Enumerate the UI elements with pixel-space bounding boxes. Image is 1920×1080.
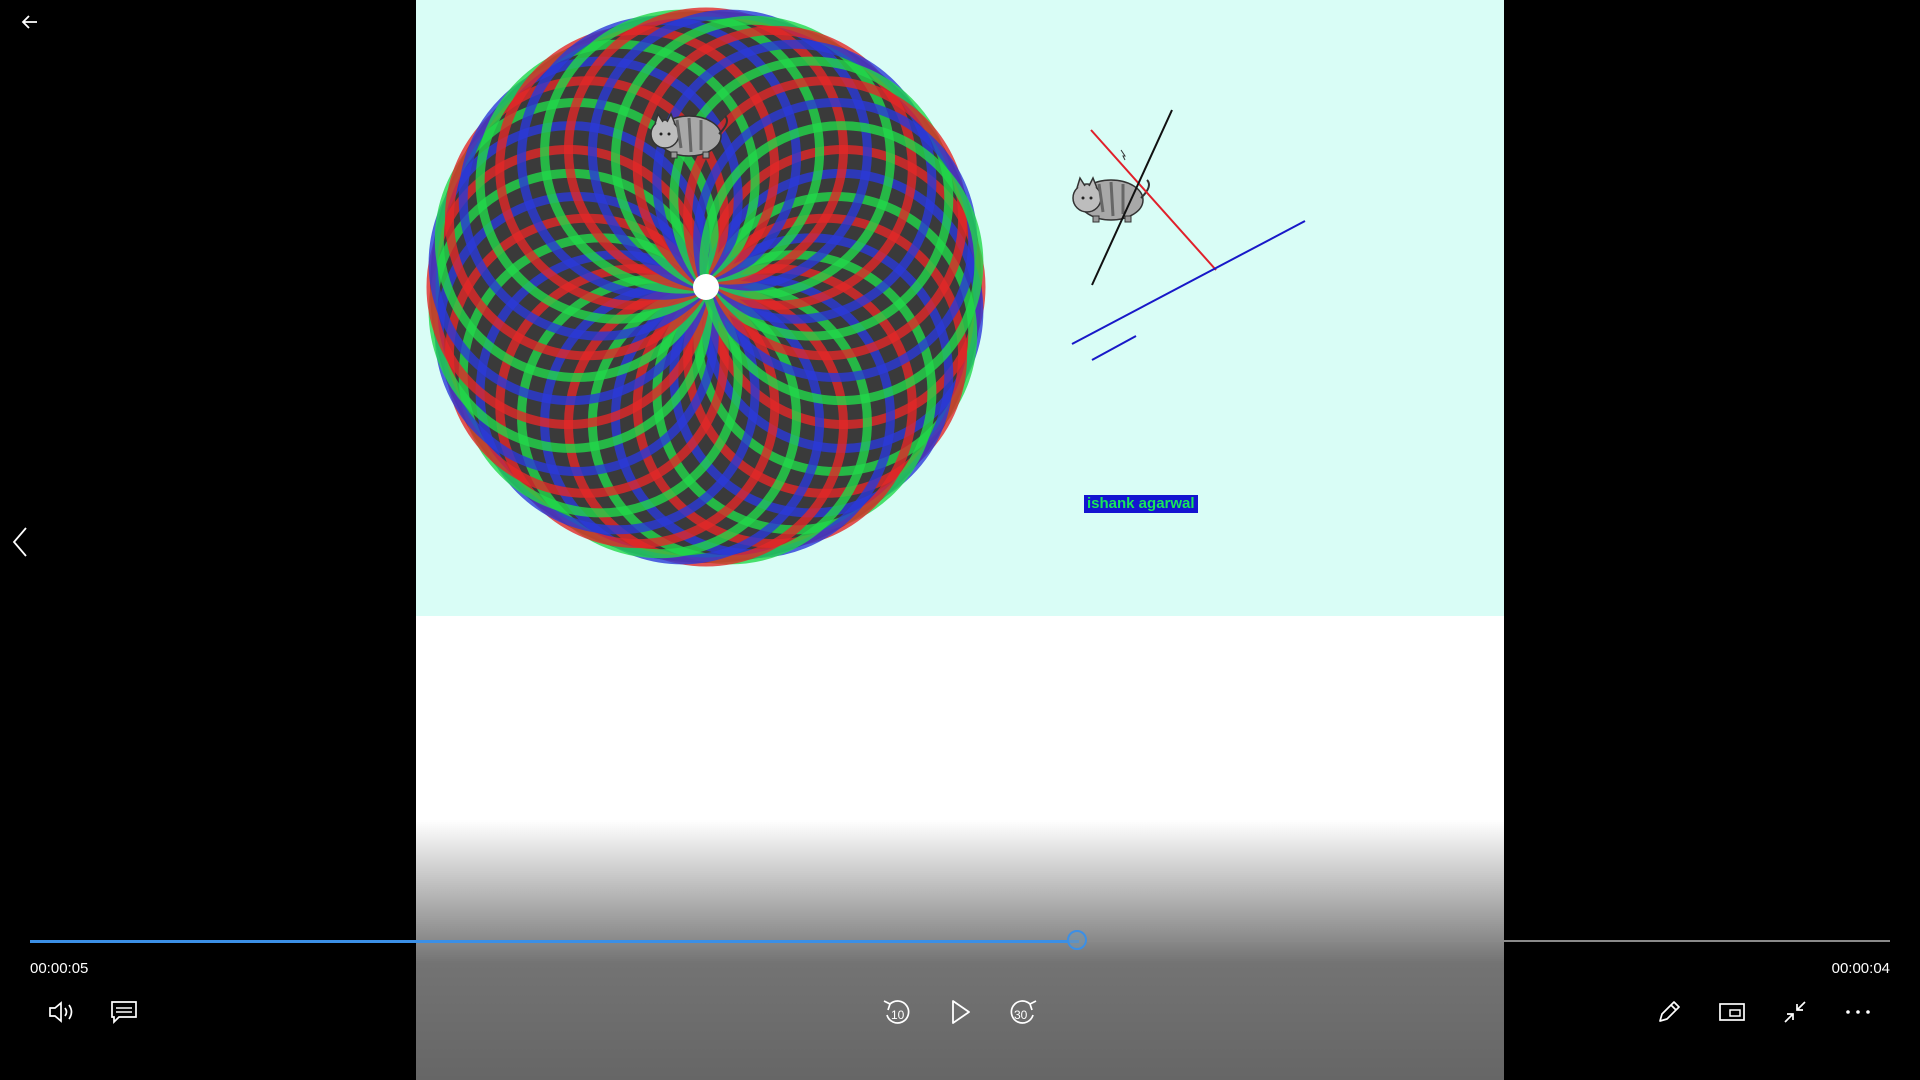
skip-back-seconds: 10 <box>891 1008 905 1022</box>
volume-icon <box>49 1001 73 1023</box>
subtitles-icon <box>111 1001 137 1025</box>
chevron-left-icon <box>12 527 27 557</box>
play-icon <box>952 1000 970 1024</box>
mouse-cursor-icon <box>1120 149 1126 161</box>
seek-thumb[interactable] <box>1067 930 1088 950</box>
skip-forward-seconds: 30 <box>1014 1008 1028 1022</box>
spirograph-center <box>693 274 719 300</box>
video-artwork <box>426 7 1306 567</box>
play-button[interactable] <box>938 992 982 1032</box>
previous-item-button[interactable] <box>4 522 36 562</box>
elapsed-time: 00:00:05 <box>30 960 89 977</box>
mini-view-button[interactable] <box>1710 992 1754 1032</box>
more-options-icon <box>1846 1010 1870 1014</box>
exit-fullscreen-icon <box>1784 1001 1806 1023</box>
remaining-time: 00:00:04 <box>1831 960 1890 977</box>
credit-label: ishank agarwal <box>1084 495 1198 513</box>
skip-back-button[interactable]: 10 <box>875 992 919 1032</box>
edit-pencil-icon <box>1659 1001 1680 1022</box>
blue-line-short <box>1091 335 1137 361</box>
back-button[interactable] <box>14 6 46 38</box>
seek-bar[interactable] <box>30 930 1890 952</box>
subtitles-button[interactable] <box>102 992 146 1032</box>
edit-button[interactable] <box>1647 992 1691 1032</box>
seek-progress <box>30 940 1080 943</box>
video-frame[interactable]: ishank agarwal <box>416 0 1504 1080</box>
volume-button[interactable] <box>40 992 84 1032</box>
more-options-button[interactable] <box>1836 992 1880 1032</box>
back-arrow-icon <box>21 15 37 29</box>
skip-forward-button[interactable]: 30 <box>1001 992 1045 1032</box>
exit-fullscreen-button[interactable] <box>1773 992 1817 1032</box>
mini-view-icon <box>1719 1003 1745 1021</box>
